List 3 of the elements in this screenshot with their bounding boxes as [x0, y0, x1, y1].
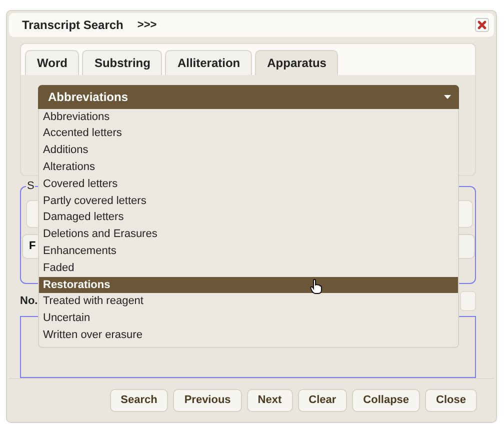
count-label: No. [20, 294, 38, 307]
fieldset-legend: S [26, 180, 36, 192]
window-title: Transcript Search [22, 18, 124, 32]
